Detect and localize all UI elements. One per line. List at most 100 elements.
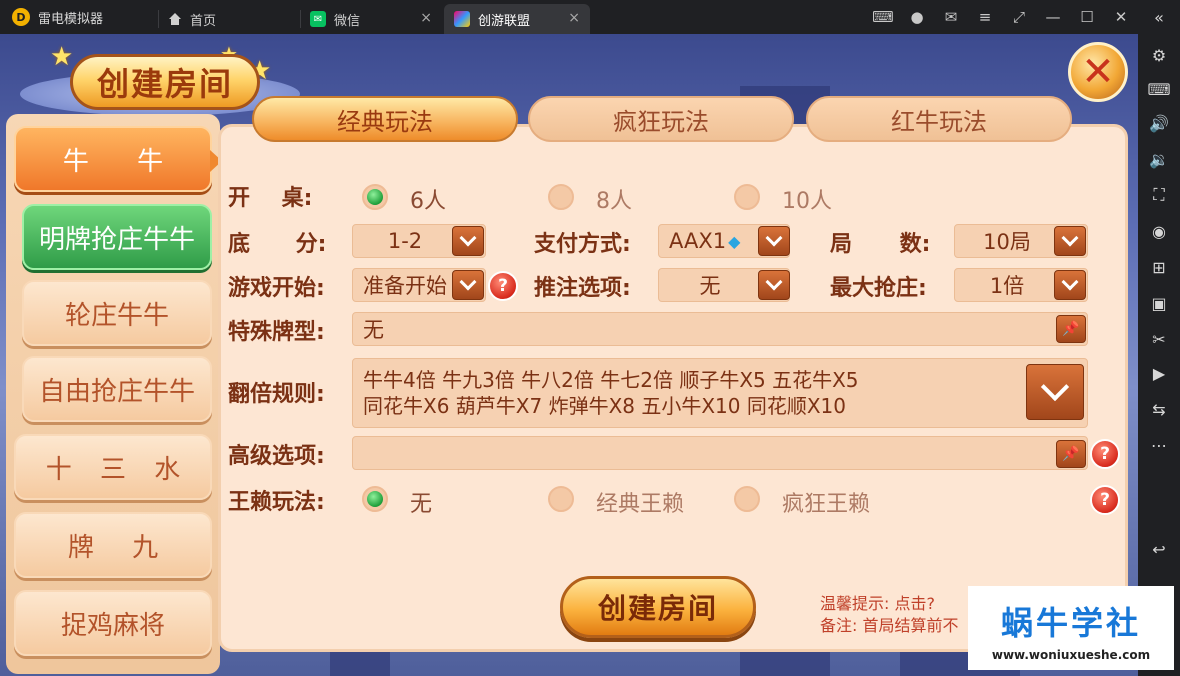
tab-separator — [300, 10, 301, 28]
tab-home[interactable]: 首页 — [158, 4, 298, 34]
menu-item-label: 牛 牛 — [62, 146, 164, 177]
chevron-down-icon — [459, 273, 477, 291]
gamepad-icon[interactable]: ⌨ — [866, 0, 900, 34]
menu-item-mingpai[interactable]: 明牌抢庄牛牛 — [22, 204, 212, 270]
note-text: 备注: 首局结算前不 — [820, 616, 959, 635]
advanced-options-field[interactable] — [352, 436, 1088, 470]
help-icon[interactable]: ? — [1090, 485, 1120, 515]
tip-text: 温馨提示: 点击? — [820, 594, 935, 613]
game-icon — [454, 11, 470, 27]
double-rules-dropdown[interactable] — [1026, 364, 1084, 420]
game-start-dropdown[interactable] — [452, 270, 484, 300]
more-icon[interactable]: ⋯ — [1138, 430, 1180, 460]
pin-icon[interactable]: 📌 — [1056, 440, 1086, 468]
menu-item-label: 自由抢庄牛牛 — [38, 376, 195, 407]
tab-separator — [158, 10, 159, 28]
chevron-down-icon — [1061, 273, 1079, 291]
menu-icon[interactable]: ≡ — [968, 0, 1002, 34]
menu-item-label: 明牌抢庄牛牛 — [38, 224, 195, 255]
menu-item-ziyou[interactable]: 自由抢庄牛牛 — [22, 356, 212, 422]
special-hand-field[interactable]: 无 — [352, 312, 1088, 346]
rounds-label: 局 数: — [830, 232, 931, 257]
rounds-dropdown[interactable] — [1054, 226, 1086, 256]
help-icon[interactable]: ? — [1090, 439, 1120, 469]
menu-item-label: 十 三 水 — [45, 454, 181, 485]
minimize-icon[interactable]: — — [1036, 0, 1070, 34]
settings-icon[interactable]: ⚙ — [1138, 40, 1180, 70]
payment-label: 支付方式: — [534, 232, 631, 257]
tab-game-label: 创游联盟 — [478, 13, 531, 29]
maximize-icon[interactable]: ☐ — [1070, 0, 1104, 34]
bet-option-value: 无 — [699, 274, 721, 298]
tab-red-bull-mode[interactable]: 红牛玩法 — [806, 96, 1072, 142]
app-title-area: D 雷电模拟器 — [0, 0, 158, 34]
radio-table-6[interactable] — [362, 184, 388, 210]
radio-wild-classic[interactable] — [548, 486, 574, 512]
max-banker-label: 最大抢庄: — [830, 276, 927, 301]
ldplayer-logo-icon: D — [12, 8, 30, 26]
base-score-value: 1-2 — [387, 229, 423, 253]
bet-option-dropdown[interactable] — [758, 270, 790, 300]
table-size-label: 开 桌: — [228, 186, 313, 211]
scissors-icon[interactable]: ✂ — [1138, 324, 1180, 354]
tab-crazy-mode[interactable]: 疯狂玩法 — [528, 96, 794, 142]
tab-classic-mode[interactable]: 经典玩法 — [252, 96, 518, 142]
video-icon[interactable]: ▶ — [1138, 358, 1180, 388]
base-score-dropdown[interactable] — [452, 226, 484, 256]
back-icon[interactable]: ↩ — [1138, 534, 1180, 564]
help-icon[interactable]: ? — [488, 271, 518, 301]
double-rules-line: 同花牛X6 葫芦牛X7 炸弹牛X8 五小牛X10 同花顺X10 — [363, 394, 847, 418]
payment-value: AAX1 — [669, 229, 727, 253]
rounds-value: 10局 — [983, 230, 1031, 254]
menu-item-niuniu[interactable]: 牛 牛 — [14, 126, 222, 192]
radio-wild-crazy[interactable] — [734, 486, 760, 512]
chevron-down-icon — [1040, 372, 1070, 402]
close-dialog-button[interactable]: ✕ — [1068, 42, 1128, 102]
double-rules-line: 牛牛4倍 牛九3倍 牛八2倍 牛七2倍 顺子牛X5 五花牛X5 — [363, 368, 859, 392]
close-tab-icon[interactable]: × — [568, 10, 580, 26]
chevron-down-icon — [765, 229, 783, 247]
record-icon[interactable]: ◉ — [1138, 216, 1180, 246]
double-rules-box[interactable]: 牛牛4倍 牛九3倍 牛八2倍 牛七2倍 顺子牛X5 五花牛X5 同花牛X6 葫芦… — [352, 358, 1088, 428]
apk-install-icon[interactable]: ▣ — [1138, 288, 1180, 318]
menu-item-paijiu[interactable]: 牌 九 — [14, 512, 212, 578]
mail-icon[interactable]: ✉ — [934, 0, 968, 34]
radio-table-8[interactable] — [548, 184, 574, 210]
tab-home-label: 首页 — [190, 13, 217, 29]
create-room-button[interactable]: 创建房间 — [560, 576, 756, 638]
game-start-label: 游戏开始: — [228, 276, 325, 301]
tab-wechat-label: 微信 — [334, 13, 361, 29]
pin-icon[interactable]: 📌 — [1056, 315, 1086, 343]
tab-game[interactable]: 创游联盟 × — [444, 4, 590, 34]
star-icon: ★ — [50, 42, 74, 72]
watermark-title: 蜗牛学社 — [1000, 604, 1141, 642]
menu-item-shisanshui[interactable]: 十 三 水 — [14, 434, 212, 500]
close-window-icon[interactable]: ✕ — [1104, 0, 1138, 34]
base-score-label: 底 分: — [228, 232, 327, 257]
account-icon[interactable]: ● — [900, 0, 934, 34]
radio-table-10[interactable] — [734, 184, 760, 210]
chevron-down-icon — [1061, 229, 1079, 247]
close-tab-icon[interactable]: × — [420, 10, 432, 26]
wild-card-label: 王赖玩法: — [228, 490, 325, 515]
keyboard-icon[interactable]: ⌨ — [1138, 74, 1180, 104]
menu-item-lunzhuang[interactable]: 轮庄牛牛 — [22, 280, 212, 346]
payment-dropdown[interactable] — [758, 226, 790, 256]
screenshot-icon[interactable]: ⛶ — [1138, 180, 1180, 210]
tab-wechat[interactable]: ✉ 微信 × — [300, 4, 442, 34]
max-banker-dropdown[interactable] — [1054, 270, 1086, 300]
watermark-url: www.woniuxueshe.com — [991, 648, 1151, 662]
volume-up-icon[interactable]: 🔊 — [1138, 108, 1180, 138]
fullscreen-exit-icon[interactable]: ⤢ — [1002, 0, 1036, 34]
collapse-icon[interactable]: « — [1138, 2, 1180, 32]
volume-down-icon[interactable]: 🔉 — [1138, 144, 1180, 174]
sync-icon[interactable]: ⇆ — [1138, 394, 1180, 424]
table-option-6: 6人 — [410, 189, 446, 214]
radio-wild-none[interactable] — [362, 486, 388, 512]
wild-option-none: 无 — [410, 492, 433, 517]
emulator-titlebar: D 雷电模拟器 首页 ✉ 微信 × 创游联盟 × ⌨ ● ✉ ≡ ⤢ — ☐ ✕ — [0, 0, 1180, 34]
advanced-options-label: 高级选项: — [228, 444, 325, 469]
menu-item-zhuoji[interactable]: 捉鸡麻将 — [14, 590, 212, 656]
app-name: 雷电模拟器 — [38, 11, 104, 27]
multi-window-icon[interactable]: ⊞ — [1138, 252, 1180, 282]
